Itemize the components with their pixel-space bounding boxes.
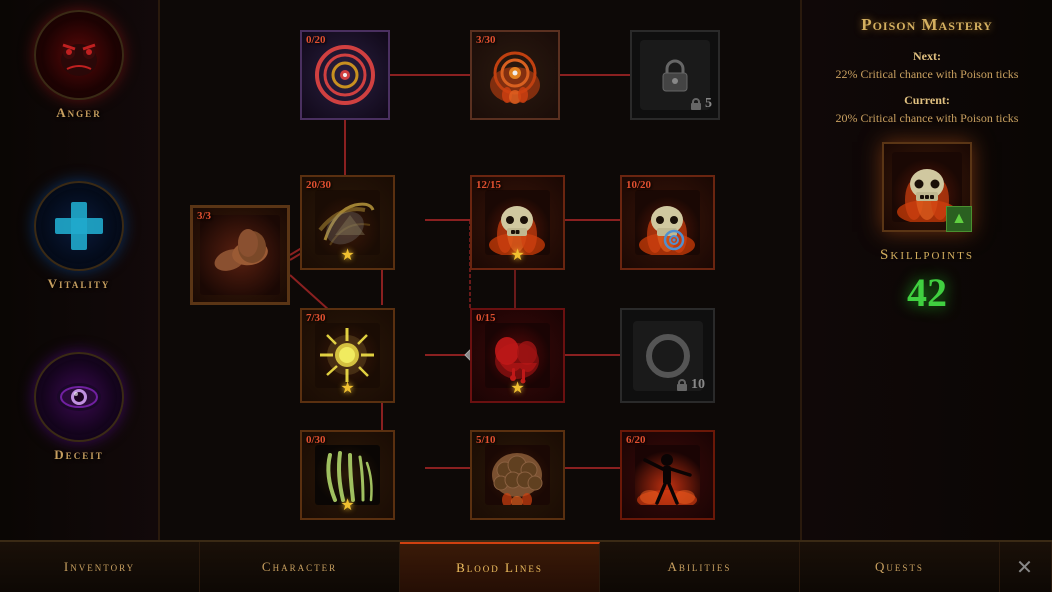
poison-mastery-title: Poison Mastery <box>817 15 1037 35</box>
star-n8: ★ <box>510 378 524 398</box>
skill-node-n7[interactable]: 7/30 <box>300 308 395 403</box>
skill-node-n4[interactable]: 20/30 ★ <box>300 175 395 270</box>
skill-count-n1: 0/20 <box>306 34 326 46</box>
current-desc: Current: 20% Critical chance with Poison… <box>817 91 1037 127</box>
skillpoints-value: 42 <box>817 269 1037 316</box>
star-n7: ★ <box>340 378 354 398</box>
star-n4: ★ <box>340 245 354 265</box>
skill-count-n8: 0/15 <box>476 312 496 324</box>
nav-abilities[interactable]: Abilities <box>600 542 800 592</box>
skill-node-n2[interactable]: 3/30 <box>470 30 560 120</box>
stat-vitality[interactable]: Vitality <box>34 181 124 292</box>
star-n5: ★ <box>510 245 524 265</box>
next-desc: Next: 22% Critical chance with Poison ti… <box>817 47 1037 83</box>
skill-node-n6[interactable]: 10/20 <box>620 175 715 270</box>
stat-deceit[interactable]: Deceit <box>34 352 124 463</box>
close-button[interactable]: ✕ <box>1000 542 1052 592</box>
nav-bar: Inventory Character Blood Lines Abilitie… <box>0 540 1052 592</box>
skill-count-n12: 6/20 <box>626 434 646 446</box>
deceit-icon <box>34 352 124 442</box>
skill-count-n4: 20/30 <box>306 179 331 191</box>
skill-count-n6: 10/20 <box>626 179 651 191</box>
current-label: Current: <box>817 91 1037 109</box>
skillpoints-label: Skillpoints <box>817 247 1037 264</box>
vitality-label: Vitality <box>48 276 111 292</box>
skill-node-n10[interactable]: 0/30 ★ <box>300 430 395 520</box>
skillpoints-section: Skillpoints 42 <box>817 247 1037 316</box>
arm-skill-node[interactable]: 3/3 <box>190 205 290 305</box>
info-panel: Poison Mastery Next: 22% Critical chance… <box>800 0 1052 540</box>
lock-num-n3: 5 <box>689 96 712 112</box>
up-arrow-badge: ▲ <box>946 206 972 232</box>
arm-skill-count: 3/3 <box>197 210 211 222</box>
skill-node-n1[interactable]: 0/20 <box>300 30 390 120</box>
skill-count-n5: 12/15 <box>476 179 501 191</box>
skill-node-n11[interactable]: 5/10 <box>470 430 565 520</box>
nav-bloodlines[interactable]: Blood Lines <box>400 542 600 592</box>
skill-count-n11: 5/10 <box>476 434 496 446</box>
skill-count-n7: 7/30 <box>306 312 326 324</box>
skill-node-n5[interactable]: 12/15 <box>470 175 565 270</box>
stat-anger[interactable]: Anger <box>34 10 124 121</box>
left-stat-panel: Anger Vitality <box>0 0 160 540</box>
skill-node-n12[interactable]: 6/20 <box>620 430 715 520</box>
lock-num-n9: 10 <box>675 377 705 393</box>
nav-quests[interactable]: Quests <box>800 542 1000 592</box>
nav-inventory[interactable]: Inventory <box>0 542 200 592</box>
nav-character[interactable]: Character <box>200 542 400 592</box>
deceit-label: Deceit <box>54 447 103 463</box>
skill-tree: 3/3 0/20 <box>160 0 800 540</box>
skill-count-n2: 3/30 <box>476 34 496 46</box>
star-n10: ★ <box>340 495 354 515</box>
anger-label: Anger <box>56 105 101 121</box>
next-text: 22% Critical chance with Poison ticks <box>836 67 1019 81</box>
vitality-icon <box>34 181 124 271</box>
skill-count-n10: 0/30 <box>306 434 326 446</box>
anger-icon <box>34 10 124 100</box>
skill-node-n9[interactable]: 10 <box>620 308 715 403</box>
skill-node-n3[interactable]: 5 <box>630 30 720 120</box>
skill-preview-icon[interactable]: ▲ <box>882 142 972 232</box>
skill-node-n8[interactable]: 0/15 ★ <box>470 308 565 403</box>
next-label: Next: <box>817 47 1037 65</box>
current-text: 20% Critical chance with Poison ticks <box>836 111 1019 125</box>
